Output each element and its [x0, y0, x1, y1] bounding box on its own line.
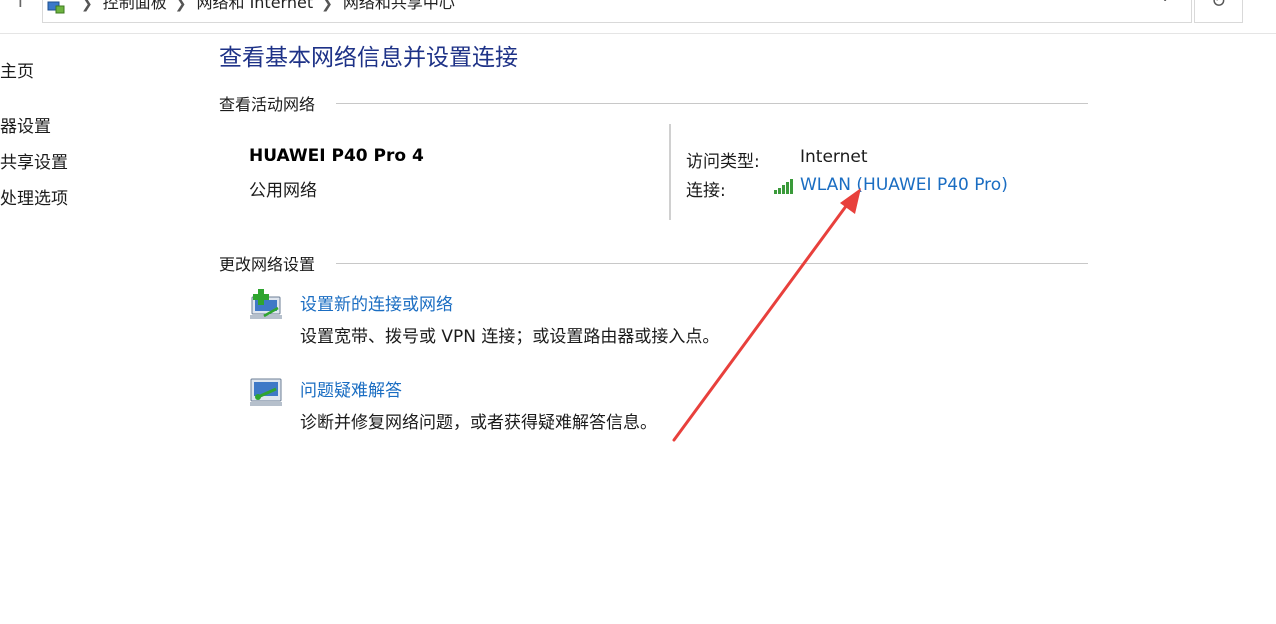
breadcrumb-item-control-panel[interactable]: 控制面板 [103, 0, 167, 12]
control-panel-icon [47, 1, 65, 14]
section-divider [336, 263, 1088, 264]
vertical-divider [669, 124, 671, 220]
troubleshoot-link[interactable]: 问题疑难解答 [300, 376, 402, 401]
setup-new-connection-link[interactable]: 设置新的连接或网络 [300, 290, 453, 315]
wifi-signal-icon [774, 179, 793, 194]
connection-label: 连接: [686, 181, 726, 201]
setup-new-connection-desc: 设置宽带、拨号或 VPN 连接；或设置路由器或接入点。 [300, 327, 720, 347]
breadcrumb-separator-icon: ❯ [174, 0, 187, 12]
network-type: 公用网络 [249, 181, 317, 201]
breadcrumb-item-network-internet[interactable]: 网络和 Internet [196, 0, 313, 12]
sidebar-item-home[interactable]: 主页 [0, 57, 34, 82]
access-type-value: Internet [800, 147, 868, 167]
breadcrumb: ❯ 控制面板 ❯ 网络和 Internet ❯ 网络和共享中心 [73, 0, 455, 13]
troubleshoot-icon [250, 378, 282, 406]
sidebar-item-sharing-settings[interactable]: 共享设置 [0, 148, 68, 173]
section-divider [336, 103, 1088, 104]
divider [0, 33, 1276, 34]
up-arrow-icon[interactable]: ↑ [12, 0, 29, 12]
breadcrumb-separator-icon: ❯ [321, 0, 333, 12]
change-settings-heading: 更改网络设置 [219, 255, 316, 274]
new-connection-icon [250, 289, 282, 319]
breadcrumb-item-network-sharing-center[interactable]: 网络和共享中心 [343, 0, 455, 12]
address-bar[interactable]: ❯ 控制面板 ❯ 网络和 Internet ❯ 网络和共享中心 ⌄ [42, 0, 1192, 23]
annotation-arrow [672, 188, 861, 442]
sidebar-item-adapter-settings[interactable]: 器设置 [0, 112, 51, 137]
network-name: HUAWEI P40 Pro 4 [249, 146, 424, 166]
active-networks-heading: 查看活动网络 [219, 95, 316, 114]
wlan-connection-link[interactable]: WLAN (HUAWEI P40 Pro) [800, 175, 1008, 195]
chevron-down-icon[interactable]: ⌄ [1159, 0, 1171, 5]
breadcrumb-separator-icon: ❯ [81, 0, 93, 12]
page-title: 查看基本网络信息并设置连接 [219, 45, 518, 71]
address-bar-row: ↑ ❯ 控制面板 ❯ 网络和 Internet ❯ 网络和共享中心 ⌄ ↻ [0, 0, 1276, 34]
refresh-icon: ↻ [1211, 0, 1227, 12]
troubleshoot-desc: 诊断并修复网络问题，或者获得疑难解答信息。 [300, 413, 657, 433]
refresh-button[interactable]: ↻ [1194, 0, 1243, 23]
access-type-label: 访问类型: [686, 152, 760, 172]
sidebar-item-media-options[interactable]: 处理选项 [0, 184, 68, 209]
